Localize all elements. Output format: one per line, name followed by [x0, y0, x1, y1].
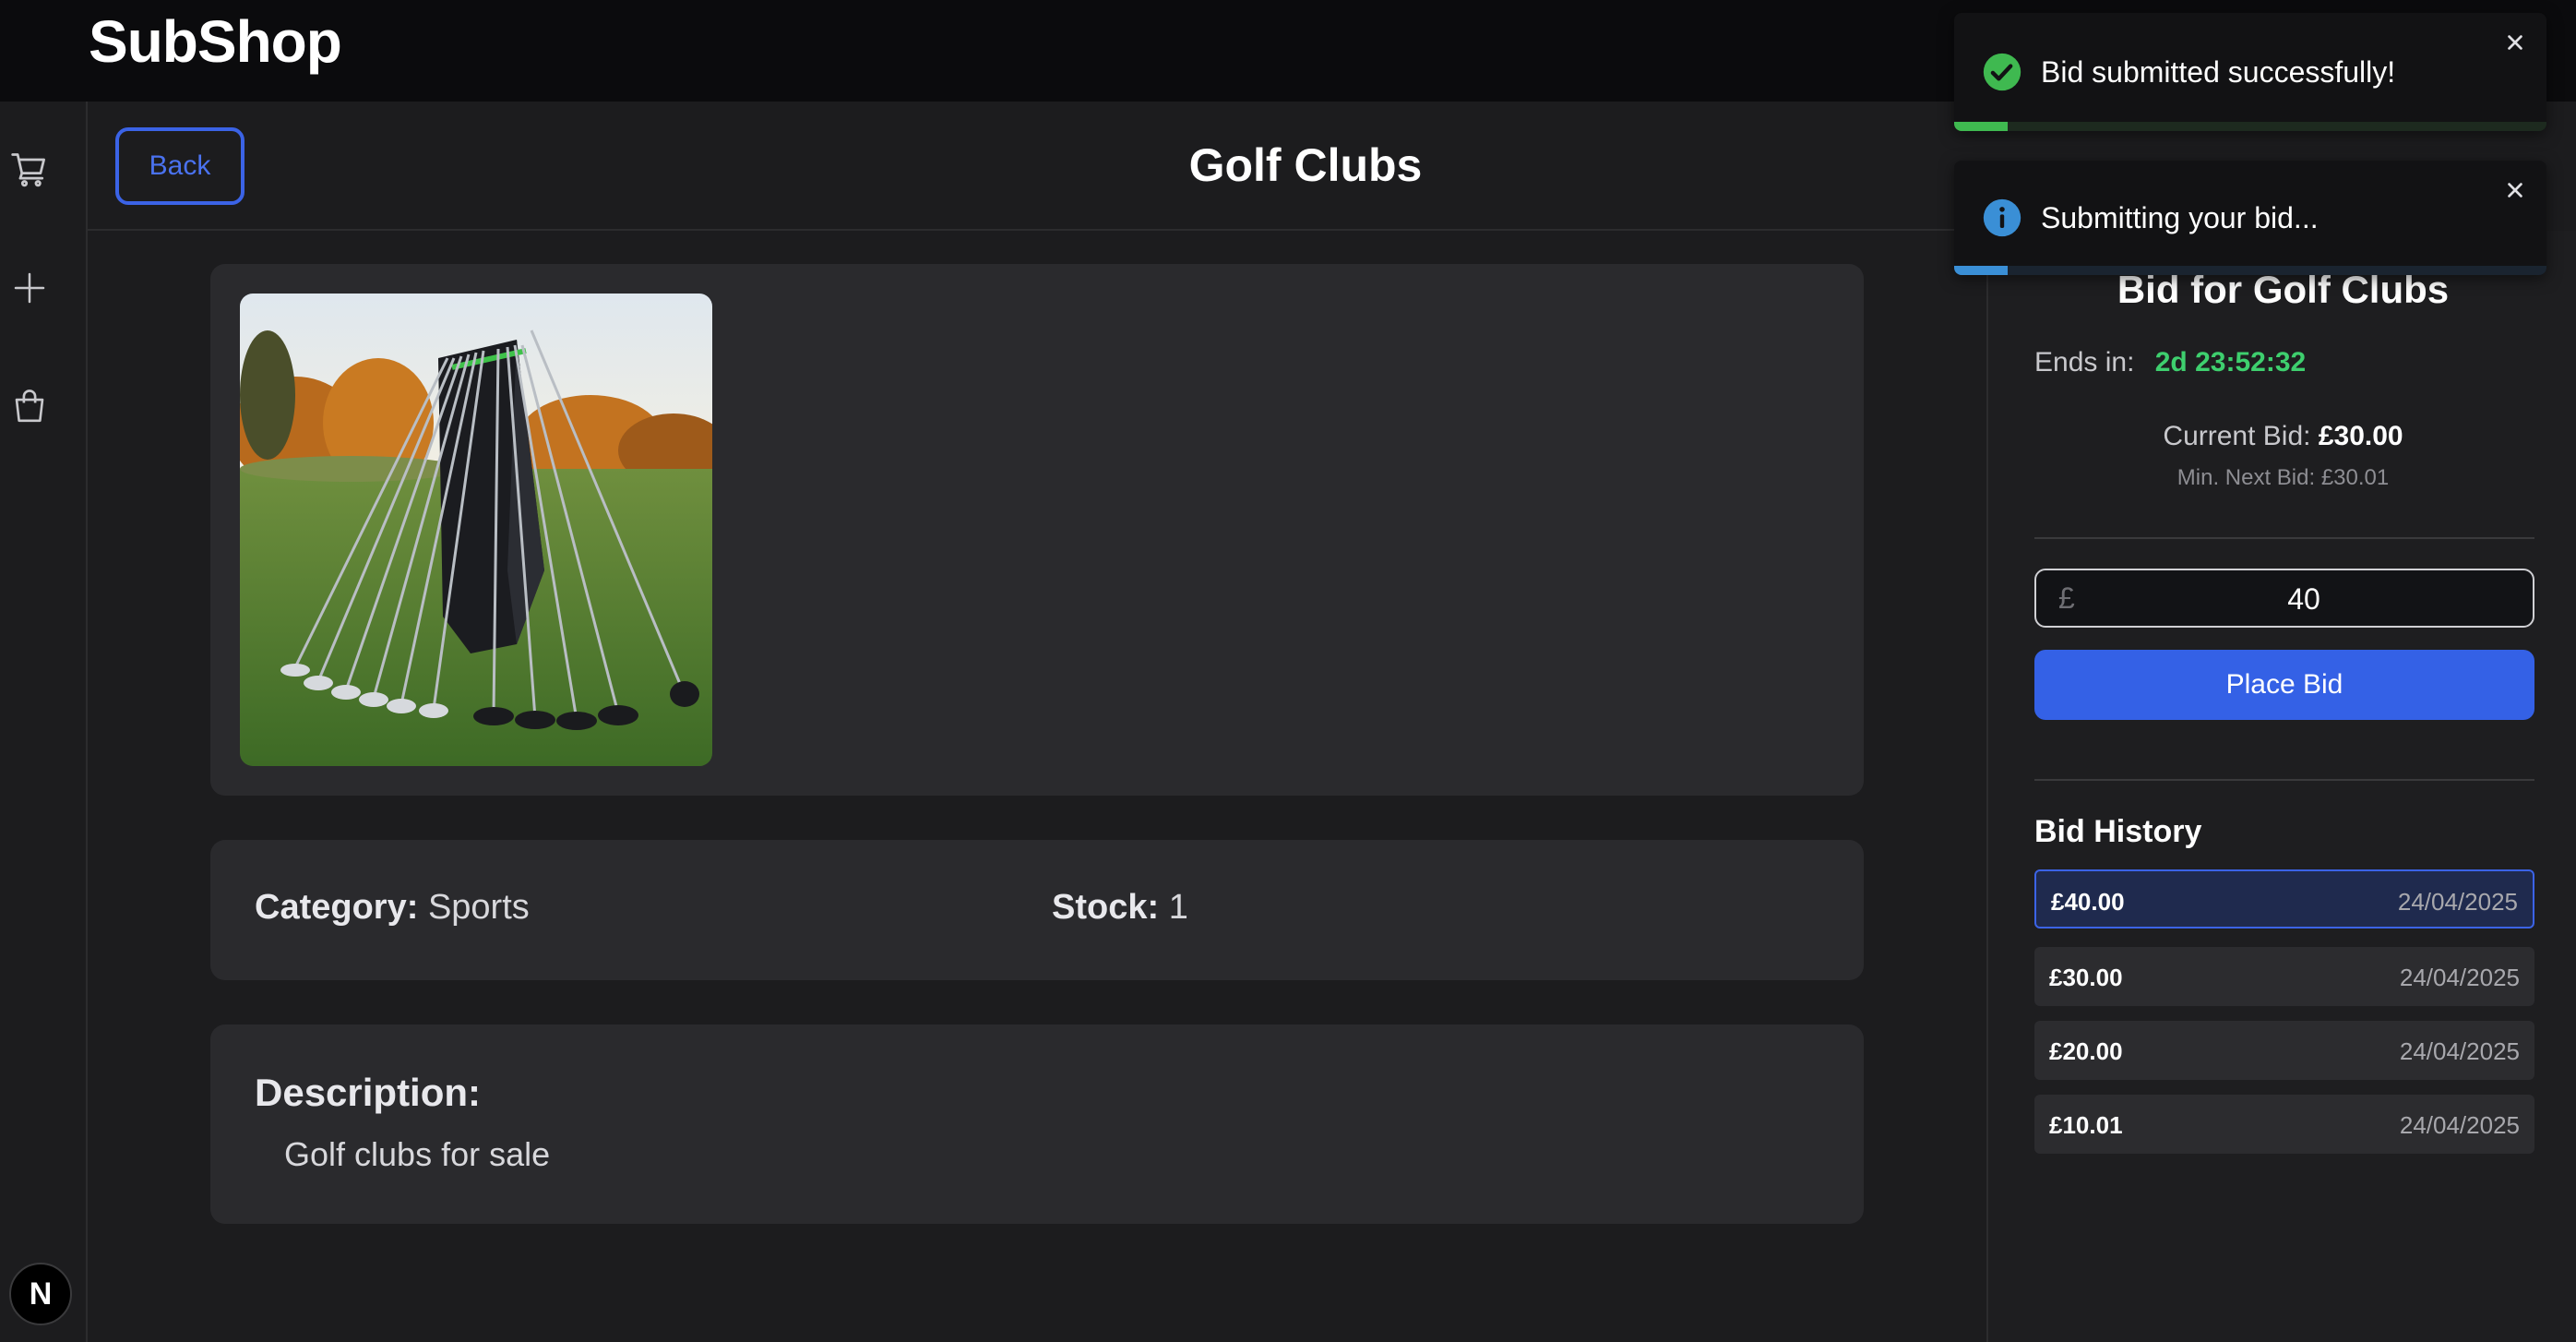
bid-panel: Bid for Golf Clubs Ends in: 2d 23:52:32 … — [1986, 231, 2576, 1342]
close-icon[interactable] — [2498, 26, 2532, 59]
brand-logo[interactable]: SubShop — [89, 7, 342, 76]
close-icon[interactable] — [2498, 174, 2532, 207]
current-bid: Current Bid: £30.00 — [1988, 421, 2576, 452]
current-bid-value: £30.00 — [2318, 421, 2403, 451]
min-next-bid: Min. Next Bid: £30.01 — [2176, 465, 2390, 490]
bid-history-title: Bid History — [2034, 814, 2202, 849]
bid-history-date: 24/04/2025 — [2399, 1037, 2520, 1065]
description-card: Description: Golf clubs for sale — [210, 1024, 1864, 1224]
divider — [2034, 779, 2534, 781]
product-meta-card: Category: Sports Stock: 1 — [210, 840, 1864, 980]
bid-amount-input[interactable] — [2092, 576, 2516, 622]
toast-progress-bar — [1954, 266, 2008, 275]
toast-message: Submitting your bid... — [2041, 201, 2319, 234]
image-card — [210, 264, 1864, 796]
toast-progress-track — [1954, 266, 2546, 275]
category-field: Category: Sports — [255, 888, 530, 928]
bid-history-row[interactable]: £20.00 24/04/2025 — [2034, 1021, 2534, 1080]
info-circle-icon — [1982, 198, 2022, 238]
golf-clubs-photo — [240, 294, 712, 766]
divider — [2034, 537, 2534, 539]
ends-in: Ends in: 2d 23:52:32 — [2034, 347, 2306, 378]
n-badge[interactable]: N — [9, 1263, 72, 1325]
plus-icon[interactable] — [7, 266, 52, 310]
toast-progress-bar — [1954, 122, 2008, 131]
sidebar — [0, 102, 88, 1342]
bid-history-row[interactable]: £30.00 24/04/2025 — [2034, 947, 2534, 1006]
stock-label: Stock: — [1052, 888, 1160, 927]
current-bid-label: Current Bid: — [2163, 421, 2311, 451]
category-value: Sports — [427, 888, 530, 927]
place-bid-button[interactable]: Place Bid — [2034, 650, 2534, 720]
bid-history-amount: £40.00 — [2051, 888, 2125, 916]
bid-history-date: 24/04/2025 — [2397, 888, 2518, 916]
toast-success[interactable]: Bid submitted successfully! — [1954, 13, 2546, 131]
bid-history-amount: £20.00 — [2049, 1037, 2123, 1065]
toast-message: Bid submitted successfully! — [2041, 55, 2396, 89]
bid-history-row[interactable]: £10.01 24/04/2025 — [2034, 1095, 2534, 1154]
bid-history-date: 24/04/2025 — [2399, 1111, 2520, 1139]
shopping-bag-icon[interactable] — [7, 384, 52, 428]
bid-history-amount: £10.01 — [2049, 1111, 2123, 1139]
countdown-timer: 2d 23:52:32 — [2154, 347, 2307, 377]
currency-symbol: £ — [2058, 581, 2075, 615]
category-label: Category: — [255, 888, 419, 927]
description-label: Description: — [255, 1071, 482, 1114]
toast-info[interactable]: Submitting your bid... — [1954, 161, 2546, 275]
bid-amount-field[interactable]: £ — [2034, 569, 2534, 628]
check-circle-icon — [1982, 52, 2022, 92]
stock-field: Stock: 1 — [1052, 888, 1188, 928]
bid-history-row[interactable]: £40.00 24/04/2025 — [2034, 869, 2534, 929]
stock-value: 1 — [1168, 888, 1188, 927]
toast-progress-track — [1954, 122, 2546, 131]
description-text: Golf clubs for sale — [284, 1135, 551, 1173]
ends-label: Ends in: — [2034, 347, 2135, 377]
bid-history-date: 24/04/2025 — [2399, 964, 2520, 991]
bid-history-amount: £30.00 — [2049, 964, 2123, 991]
